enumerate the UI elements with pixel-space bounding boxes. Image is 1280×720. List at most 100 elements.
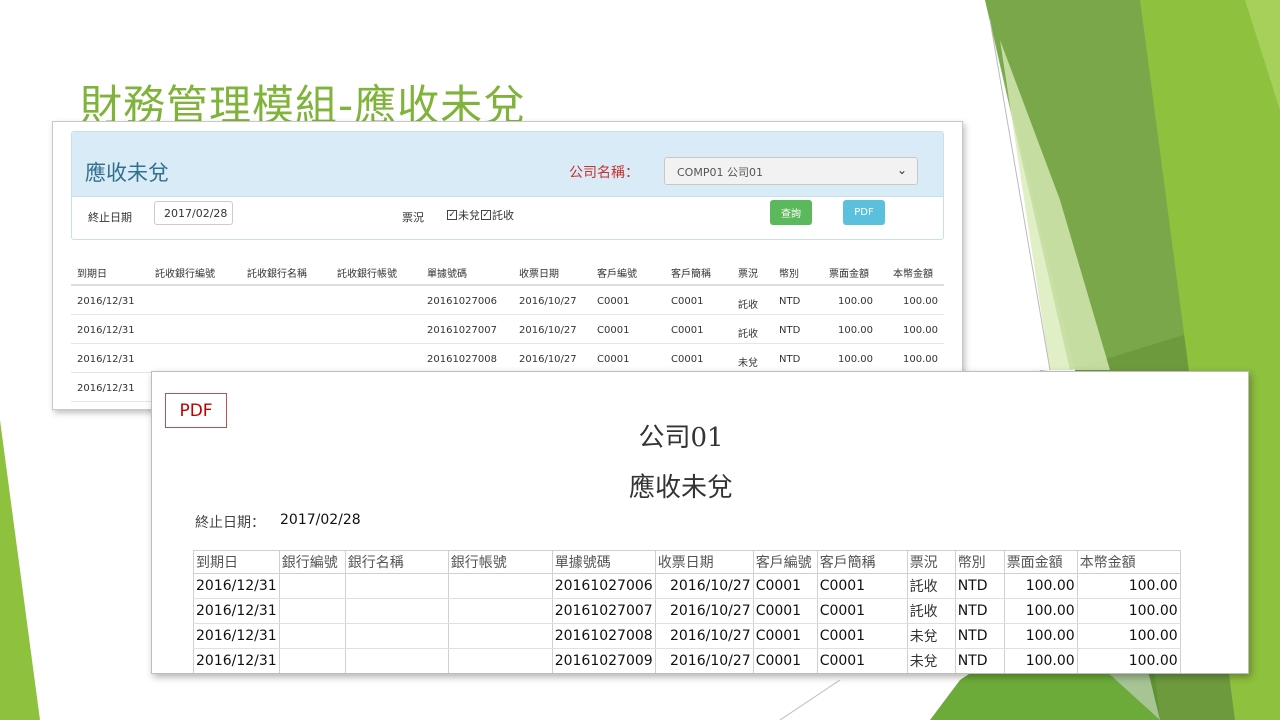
pdf-cell: [278, 623, 346, 649]
pdf-col-header: 客戶編號: [752, 550, 818, 574]
pdf-col-header: 客戶簡稱: [816, 550, 908, 574]
pdf-cell: [447, 573, 553, 599]
cell: C0001: [671, 296, 704, 307]
cell: NTD: [779, 325, 801, 336]
pdf-cell: [344, 573, 449, 599]
company-label: 公司名稱：: [569, 165, 639, 181]
cell: 託收: [738, 329, 758, 340]
pdf-cell: 100.00: [1076, 598, 1181, 624]
pdf-end-date-label: 終止日期：: [195, 515, 265, 531]
end-date-label: 終止日期: [88, 211, 132, 224]
pdf-cell: 100.00: [1076, 573, 1181, 599]
pdf-table-row: 2016/12/31 20161027007 2016/10/27 C0001 …: [193, 598, 1181, 624]
pdf-cell: C0001: [752, 623, 818, 649]
pdf-cell: 100.00: [1003, 598, 1078, 624]
col-header: 託收銀行編號: [155, 269, 215, 280]
checkbox-uncashed-label: 未兌: [458, 209, 480, 222]
pdf-cell: C0001: [752, 598, 818, 624]
pdf-cell: C0001: [752, 573, 818, 599]
checkbox-uncashed[interactable]: ✓ 未兌: [447, 207, 480, 223]
pdf-cell: C0001: [816, 573, 908, 599]
table-row[interactable]: 2016/12/31 20161027006 2016/10/27 C0001 …: [71, 286, 944, 315]
pdf-cell: 100.00: [1003, 648, 1078, 673]
pdf-cell: 託收: [906, 573, 956, 599]
pdf-report-title: 應收未兌: [628, 473, 733, 503]
checkbox-checked-icon: ✓: [481, 209, 491, 220]
cell: 100.00: [903, 296, 938, 307]
pdf-col-header: 銀行名稱: [344, 550, 449, 574]
pdf-cell: [447, 623, 553, 649]
pdf-cell: NTD: [954, 598, 1005, 624]
pdf-cell: 未兌: [906, 623, 956, 649]
company-select-value: COMP01 公司01: [677, 166, 763, 179]
cell: NTD: [779, 296, 801, 307]
cell: NTD: [779, 354, 801, 365]
checkbox-collection[interactable]: ✓ 託收: [481, 207, 514, 223]
pdf-cell: 100.00: [1003, 623, 1078, 649]
pdf-cell: 100.00: [1076, 648, 1181, 673]
pdf-cell: 2016/10/27: [654, 598, 754, 624]
cell: 2016/12/31: [77, 354, 135, 365]
pdf-cell: [344, 648, 449, 673]
pdf-cell: 20161027007: [551, 598, 656, 624]
cell: C0001: [671, 325, 704, 336]
table-row[interactable]: 2016/12/31 20161027007 2016/10/27 C0001 …: [71, 315, 944, 344]
col-header: 本幣金額: [893, 269, 933, 280]
cell: 100.00: [903, 354, 938, 365]
query-panel-body: 終止日期 2017/02/28 票況 ✓ 未兌 ✓ 託收 查詢 PDF: [72, 197, 943, 240]
pdf-cell: C0001: [752, 648, 818, 673]
company-select[interactable]: COMP01 公司01 ⌄: [664, 157, 918, 185]
pdf-cell: [344, 598, 449, 624]
cell: 100.00: [903, 325, 938, 336]
cell: 2016/12/31: [77, 296, 135, 307]
cell: C0001: [671, 354, 704, 365]
cell: 2016/10/27: [519, 354, 577, 365]
panel-title: 應收未兌: [85, 161, 169, 185]
col-header: 託收銀行名稱: [247, 269, 307, 280]
col-header: 票況: [738, 269, 758, 280]
col-header: 客戶簡稱: [671, 269, 711, 280]
cell: 20161027008: [427, 354, 497, 365]
pdf-col-header: 到期日: [193, 550, 280, 574]
pdf-col-header: 銀行帳號: [447, 550, 553, 574]
pdf-cell: 2016/10/27: [654, 623, 754, 649]
pdf-company-name: 公司01: [638, 423, 724, 453]
pdf-cell: NTD: [954, 573, 1005, 599]
col-header: 票面金額: [829, 269, 869, 280]
pdf-table-header: 到期日 銀行編號 銀行名稱 銀行帳號 單據號碼 收票日期 客戶編號 客戶簡稱 票…: [193, 550, 1181, 574]
pdf-cell: 託收: [906, 598, 956, 624]
col-header: 收票日期: [519, 269, 559, 280]
cell: 未兌: [738, 358, 758, 369]
pdf-cell: 100.00: [1003, 573, 1078, 599]
cell: 100.00: [838, 325, 873, 336]
pdf-end-date-value: 2017/02/28: [280, 512, 361, 528]
table-header: 到期日 託收銀行編號 託收銀行名稱 託收銀行帳號 單據號碼 收票日期 客戶編號 …: [71, 262, 944, 286]
cell: C0001: [597, 296, 630, 307]
cell: 2016/12/31: [77, 383, 135, 394]
pdf-cell: 100.00: [1076, 623, 1181, 649]
checkbox-checked-icon: ✓: [447, 209, 457, 220]
web-screenshot: 應收未兌 公司名稱： COMP01 公司01 ⌄ 終止日期 2017/02/28…: [52, 121, 963, 410]
end-date-input[interactable]: 2017/02/28: [154, 201, 233, 225]
checkbox-collection-label: 託收: [492, 209, 514, 222]
cell: C0001: [597, 354, 630, 365]
pdf-cell: C0001: [816, 598, 908, 624]
pdf-cell: 20161027006: [551, 573, 656, 599]
pdf-cell: 2016/12/31: [193, 573, 280, 599]
pdf-table-row: 2016/12/31 20161027008 2016/10/27 C0001 …: [193, 623, 1181, 649]
pdf-cell: C0001: [816, 623, 908, 649]
pdf-button[interactable]: PDF: [843, 200, 885, 225]
pdf-cell: [344, 623, 449, 649]
status-label: 票況: [402, 211, 424, 224]
pdf-cell: NTD: [954, 623, 1005, 649]
pdf-col-header: 票面金額: [1003, 550, 1078, 574]
pdf-cell: 2016/10/27: [654, 573, 754, 599]
query-button[interactable]: 查詢: [770, 200, 812, 225]
query-panel: 應收未兌 公司名稱： COMP01 公司01 ⌄ 終止日期 2017/02/28…: [71, 131, 944, 240]
pdf-col-header: 幣別: [954, 550, 1005, 574]
cell: 託收: [738, 300, 758, 311]
pdf-col-header: 銀行編號: [278, 550, 346, 574]
cell: 20161027007: [427, 325, 497, 336]
table-row[interactable]: 2016/12/31 20161027008 2016/10/27 C0001 …: [71, 344, 944, 373]
pdf-col-header: 本幣金額: [1076, 550, 1181, 574]
